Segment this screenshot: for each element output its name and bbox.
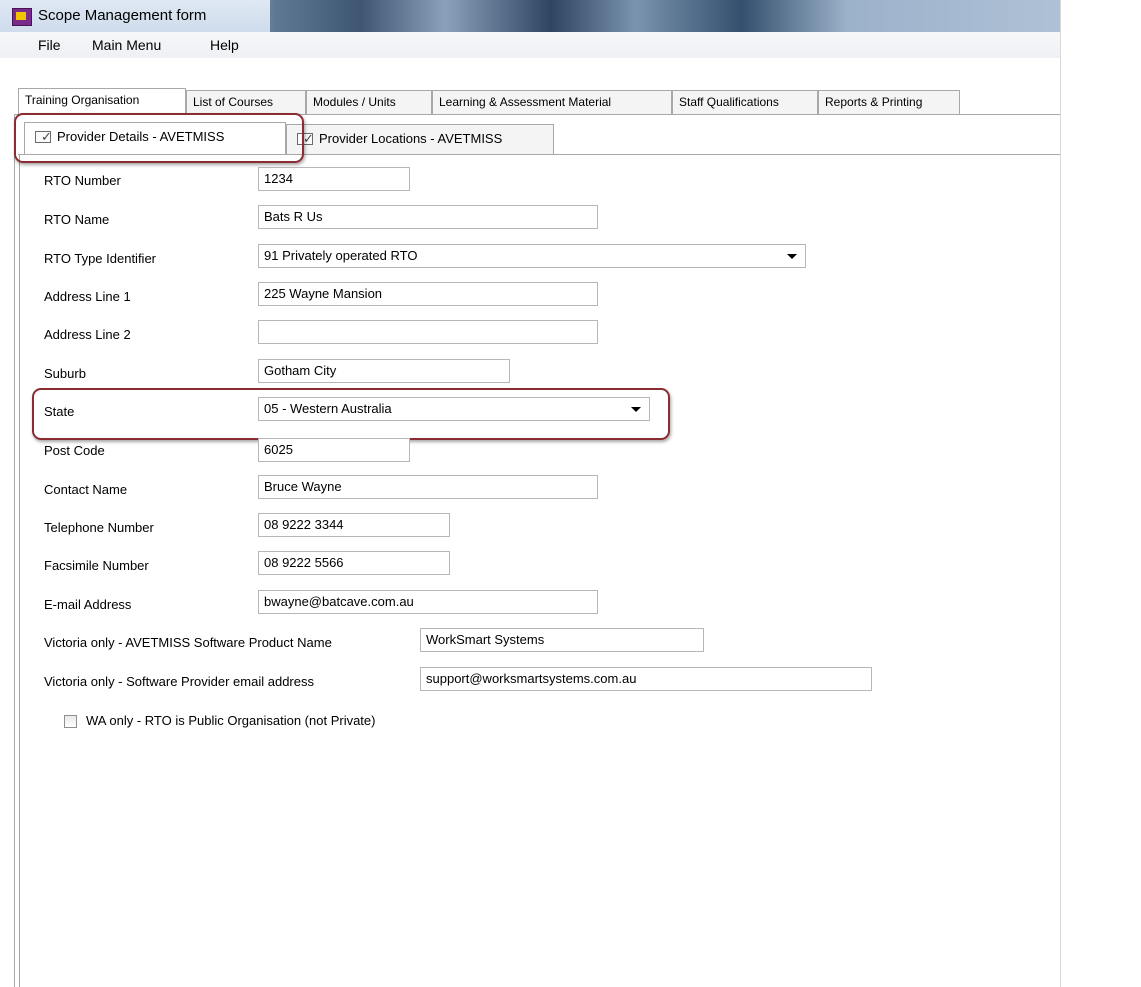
- postcode-label: Post Code: [44, 443, 105, 458]
- wa-public-label[interactable]: WA only - RTO is Public Organisation (no…: [86, 713, 375, 728]
- fax-field[interactable]: 08 9222 5566: [258, 551, 450, 575]
- tab-staff-qualifications[interactable]: Staff Qualifications: [672, 90, 818, 114]
- vic-email-label: Victoria only - Software Provider email …: [44, 674, 314, 689]
- tab-learning-assessment-material[interactable]: Learning & Assessment Material: [432, 90, 672, 114]
- tab-reports-printing[interactable]: Reports & Printing: [818, 90, 960, 114]
- suburb-label: Suburb: [44, 366, 86, 381]
- subtab-provider-locations-label: Provider Locations - AVETMISS: [319, 131, 503, 146]
- fax-label: Facsimile Number: [44, 558, 149, 573]
- email-label: E-mail Address: [44, 597, 132, 612]
- telephone-label: Telephone Number: [44, 520, 154, 535]
- menu-help[interactable]: Help: [210, 37, 239, 53]
- app-window: Scope Management form File Main Menu Hel…: [0, 0, 1061, 987]
- telephone-field[interactable]: 08 9222 3344: [258, 513, 450, 537]
- highlight-provider-details: [14, 113, 304, 163]
- menu-main-menu[interactable]: Main Menu: [92, 37, 161, 53]
- rto-type-label: RTO Type Identifier: [44, 251, 157, 266]
- tab-training-organisation[interactable]: Training Organisation: [18, 88, 186, 115]
- menu-bar: File Main Menu Help: [0, 32, 1060, 58]
- address1-field[interactable]: 225 Wayne Mansion: [258, 282, 598, 306]
- subtab-left-border: [19, 154, 20, 987]
- vic-email-field[interactable]: support@worksmartsystems.com.au: [420, 667, 872, 691]
- rto-number-label: RTO Number: [44, 173, 121, 188]
- window-title: Scope Management form: [38, 7, 207, 24]
- title-bar: Scope Management form: [0, 0, 1060, 32]
- subtab-provider-locations[interactable]: Provider Locations - AVETMISS: [286, 124, 554, 154]
- rto-name-field[interactable]: Bats R Us: [258, 205, 598, 229]
- contact-label: Contact Name: [44, 482, 128, 497]
- state-label: State: [44, 404, 75, 419]
- rto-type-select[interactable]: 91 Privately operated RTO: [258, 244, 806, 268]
- menu-file[interactable]: File: [38, 37, 61, 53]
- tab-list-of-courses[interactable]: List of Courses: [186, 90, 306, 114]
- vic-product-field[interactable]: WorkSmart Systems: [420, 628, 704, 652]
- address1-label: Address Line 1: [44, 289, 131, 304]
- worksmart-app-icon: [12, 8, 32, 26]
- email-field[interactable]: bwayne@batcave.com.au: [258, 590, 598, 614]
- wa-public-checkbox[interactable]: [64, 715, 77, 728]
- postcode-field[interactable]: 6025: [258, 438, 410, 462]
- rto-name-label: RTO Name: [44, 212, 110, 227]
- chevron-down-icon[interactable]: [787, 254, 797, 259]
- tab-modules-units[interactable]: Modules / Units: [306, 90, 432, 114]
- state-value: 05 - Western Australia: [264, 401, 392, 416]
- chevron-down-icon[interactable]: [631, 407, 641, 412]
- content-left-border: [14, 114, 15, 987]
- address2-label: Address Line 2: [44, 327, 131, 342]
- suburb-field[interactable]: Gotham City: [258, 359, 510, 383]
- rto-number-field[interactable]: 1234: [258, 167, 410, 191]
- address2-field[interactable]: [258, 320, 598, 344]
- rto-type-value: 91 Privately operated RTO: [264, 248, 418, 263]
- state-select[interactable]: 05 - Western Australia: [258, 397, 650, 421]
- contact-field[interactable]: Bruce Wayne: [258, 475, 598, 499]
- vic-product-label: Victoria only - AVETMISS Software Produc…: [44, 635, 332, 650]
